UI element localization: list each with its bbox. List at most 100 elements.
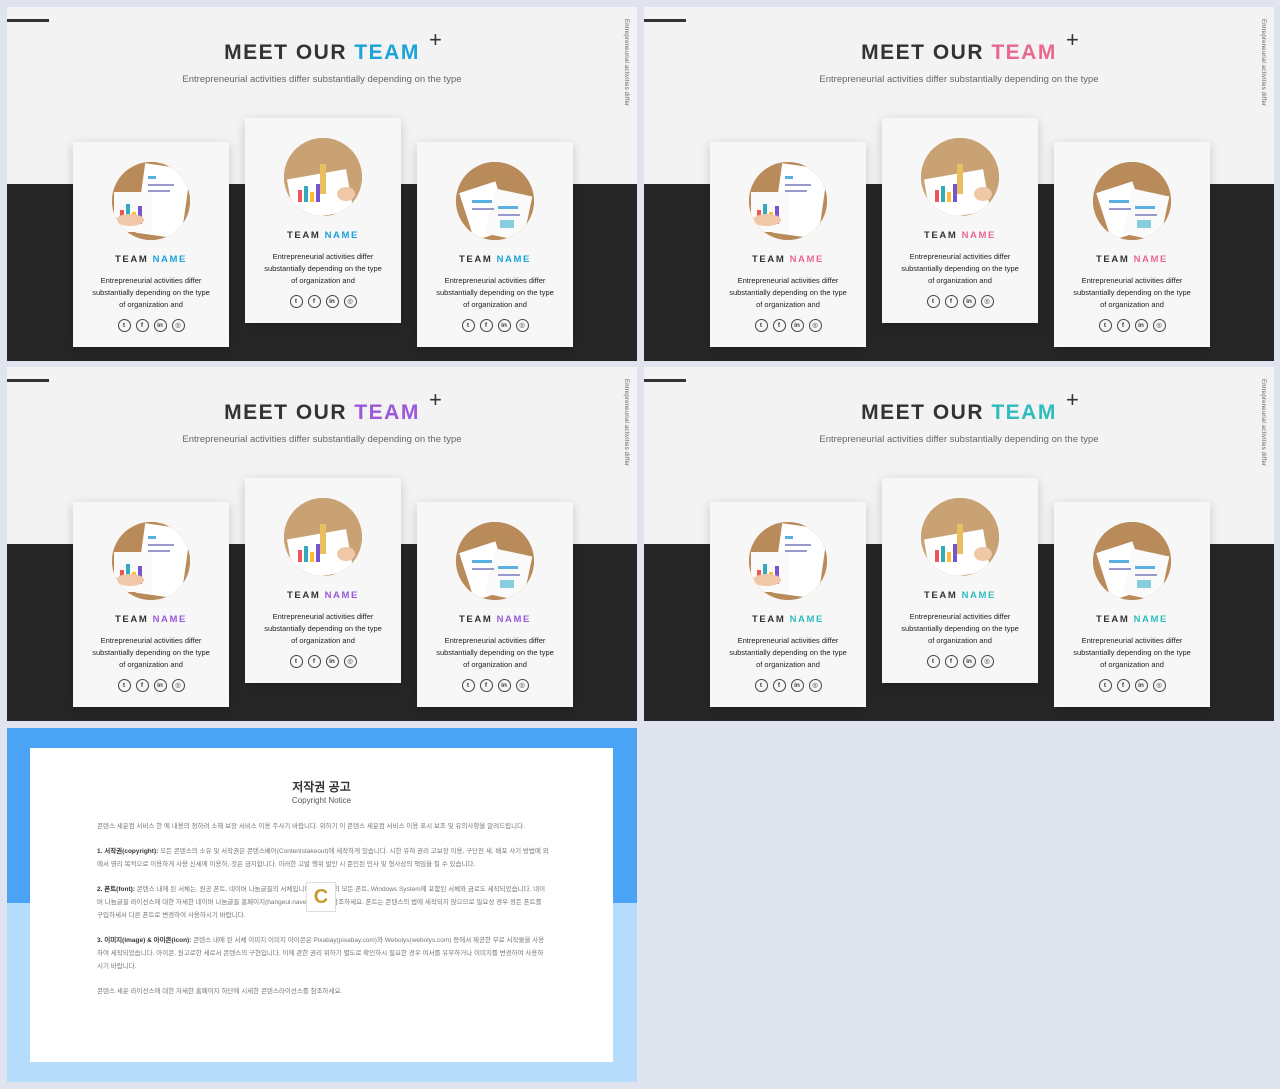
team-member-card: TEAM NAME Entrepreneurial activities dif… (882, 478, 1038, 683)
member-name-main: TEAM (459, 254, 493, 265)
notice-title: 저작권 공고 (292, 780, 351, 794)
notice-paragraph-copyright: 1. 서작권(copyright): 모든 콘텐스의 소유 및 서작권은 콘텐스… (97, 848, 549, 868)
team-slide: MEET OUR TEAM + Entrepreneurial activiti… (644, 7, 1274, 361)
twitter-icon[interactable]: t (289, 295, 303, 308)
linkedin-icon[interactable]: in (325, 295, 339, 308)
member-name: TEAM NAME (73, 614, 229, 625)
notice-body: 콘텐스 세운컴 서비스 한 에 내용의 정하려 소해 보장 서비스 이용 주사기… (97, 820, 549, 1010)
copyright-notice-slide: 저작권 공고 Copyright Notice 콘텐스 세운컴 서비스 한 에 … (7, 728, 637, 1082)
social-icons: t f in ◎ (73, 319, 229, 332)
linkedin-icon[interactable]: in (1134, 679, 1148, 692)
linkedin-icon[interactable]: in (325, 655, 339, 668)
linkedin-icon[interactable]: in (790, 679, 804, 692)
instagram-icon[interactable]: ◎ (980, 655, 994, 668)
twitter-icon[interactable]: t (461, 679, 475, 692)
instagram-icon[interactable]: ◎ (980, 295, 994, 308)
facebook-icon[interactable]: f (1116, 679, 1130, 692)
twitter-icon[interactable]: t (117, 679, 131, 692)
member-name-accent: NAME (789, 614, 824, 625)
twitter-icon[interactable]: t (754, 679, 768, 692)
title-main: MEET OUR (861, 401, 984, 424)
member-name-accent: NAME (789, 254, 824, 265)
twitter-icon[interactable]: t (461, 319, 475, 332)
facebook-icon[interactable]: f (772, 319, 786, 332)
linkedin-icon[interactable]: in (962, 295, 976, 308)
plus-icon: + (429, 387, 442, 412)
twitter-icon[interactable]: t (1098, 319, 1112, 332)
twitter-icon[interactable]: t (926, 295, 940, 308)
notice-subtitle: Copyright Notice (291, 796, 352, 805)
instagram-icon[interactable]: ◎ (171, 319, 185, 332)
member-name-main: TEAM (115, 614, 149, 625)
instagram-icon[interactable]: ◎ (515, 679, 529, 692)
instagram-icon[interactable]: ◎ (808, 679, 822, 692)
team-member-card: TEAM NAME Entrepreneurial activities dif… (1054, 142, 1210, 347)
member-description: Entrepreneurial activities differ substa… (436, 276, 554, 309)
linkedin-icon[interactable]: in (153, 319, 167, 332)
member-photo (456, 522, 534, 600)
member-name: TEAM NAME (710, 254, 866, 265)
team-member-card: TEAM NAME Entrepreneurial activities dif… (73, 502, 229, 707)
linkedin-icon[interactable]: in (153, 679, 167, 692)
facebook-icon[interactable]: f (1116, 319, 1130, 332)
title-accent: TEAM (991, 41, 1057, 64)
member-name-main: TEAM (924, 590, 958, 601)
member-name: TEAM NAME (245, 230, 401, 241)
facebook-icon[interactable]: f (479, 679, 493, 692)
linkedin-icon[interactable]: in (497, 679, 511, 692)
plus-icon: + (1066, 387, 1079, 412)
facebook-icon[interactable]: f (944, 295, 958, 308)
twitter-icon[interactable]: t (289, 655, 303, 668)
member-name-accent: NAME (961, 590, 996, 601)
instagram-icon[interactable]: ◎ (1152, 319, 1166, 332)
member-photo (284, 138, 362, 216)
member-name-accent: NAME (324, 230, 359, 241)
facebook-icon[interactable]: f (135, 679, 149, 692)
notice-paragraph-image: 3. 이미지(image) & 아이콘(icon): 콘텐스 내에 된 서체 이… (97, 937, 545, 970)
linkedin-icon[interactable]: in (962, 655, 976, 668)
member-name: TEAM NAME (1054, 614, 1210, 625)
instagram-icon[interactable]: ◎ (171, 679, 185, 692)
corner-bar (7, 19, 49, 22)
instagram-icon[interactable]: ◎ (343, 295, 357, 308)
twitter-icon[interactable]: t (754, 319, 768, 332)
twitter-icon[interactable]: t (117, 319, 131, 332)
facebook-icon[interactable]: f (772, 679, 786, 692)
social-icons: t f in ◎ (882, 295, 1038, 308)
facebook-icon[interactable]: f (135, 319, 149, 332)
plus-icon: + (1066, 27, 1079, 52)
social-icons: t f in ◎ (245, 655, 401, 668)
slide-subtitle: Entrepreneurial activities differ substa… (182, 434, 462, 445)
social-icons: t f in ◎ (1054, 679, 1210, 692)
member-name: TEAM NAME (417, 614, 573, 625)
member-name-main: TEAM (115, 254, 149, 265)
facebook-icon[interactable]: f (479, 319, 493, 332)
member-name-accent: NAME (1133, 614, 1168, 625)
side-caption: Entrepreneurial activities differ (1260, 379, 1266, 467)
team-member-card: TEAM NAME Entrepreneurial activities dif… (417, 142, 573, 347)
facebook-icon[interactable]: f (307, 655, 321, 668)
social-icons: t f in ◎ (417, 319, 573, 332)
side-caption: Entrepreneurial activities differ (623, 19, 629, 107)
twitter-icon[interactable]: t (1098, 679, 1112, 692)
instagram-icon[interactable]: ◎ (808, 319, 822, 332)
twitter-icon[interactable]: t (926, 655, 940, 668)
instagram-icon[interactable]: ◎ (515, 319, 529, 332)
facebook-icon[interactable]: f (307, 295, 321, 308)
member-name-accent: NAME (496, 254, 531, 265)
instagram-icon[interactable]: ◎ (343, 655, 357, 668)
team-slide: MEET OUR TEAM + Entrepreneurial activiti… (644, 367, 1274, 721)
instagram-icon[interactable]: ◎ (1152, 679, 1166, 692)
member-name-accent: NAME (152, 614, 187, 625)
member-name-main: TEAM (459, 614, 493, 625)
linkedin-icon[interactable]: in (497, 319, 511, 332)
member-name-main: TEAM (924, 230, 958, 241)
linkedin-icon[interactable]: in (790, 319, 804, 332)
member-name-main: TEAM (287, 230, 321, 241)
social-icons: t f in ◎ (710, 319, 866, 332)
linkedin-icon[interactable]: in (1134, 319, 1148, 332)
member-name-accent: NAME (324, 590, 359, 601)
notice-outro: 콘텐스 세운 라이선스에 대한 자세한 홈페이지 하단에 시세한 콘텐스라이선스… (97, 988, 343, 995)
facebook-icon[interactable]: f (944, 655, 958, 668)
member-name-main: TEAM (1096, 254, 1130, 265)
